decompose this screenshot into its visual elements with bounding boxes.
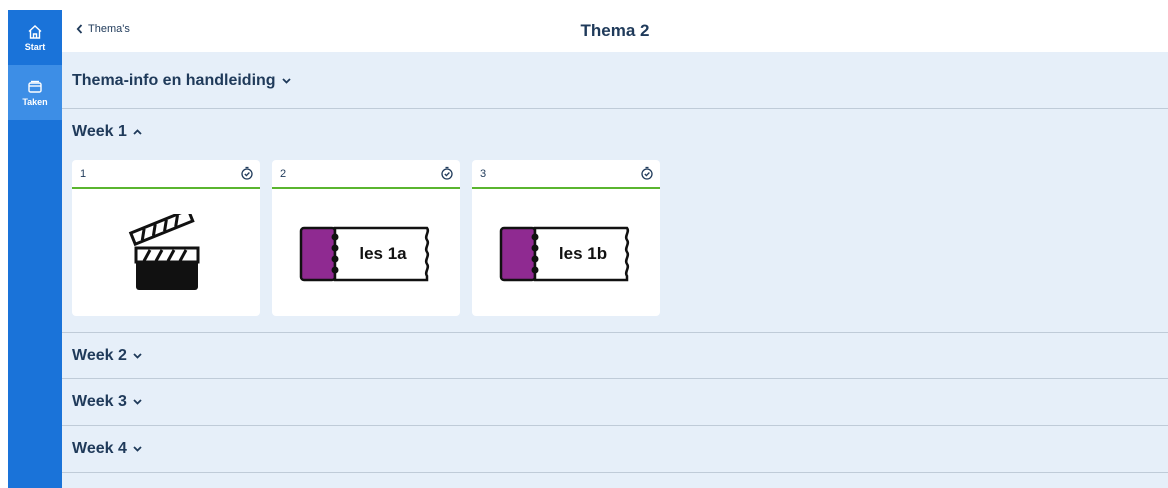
card-image: les 1b [472, 191, 660, 316]
section-title: Thema-info en handleiding [72, 72, 276, 89]
lesson-ticket: les 1b [499, 225, 633, 283]
ticket-label: les 1b [558, 243, 608, 263]
section-week-3: Week 3 [62, 379, 1168, 426]
sidebar-item-taken[interactable]: Taken [8, 65, 62, 120]
card-header: 3 [472, 160, 660, 189]
timer-check-icon [441, 166, 453, 180]
section-header-week-1[interactable]: Week 1 [72, 123, 142, 141]
section-thema-info: Thema-info en handleiding [62, 52, 1168, 109]
chevron-down-icon [133, 446, 142, 452]
main-content: Thema's Thema 2 Thema-info en handleidin… [62, 10, 1168, 488]
task-card-2[interactable]: 2 les 1a [272, 160, 460, 316]
section-title: Week 1 [72, 123, 127, 140]
sidebar: Start Taken [8, 10, 62, 488]
home-icon [28, 24, 42, 39]
card-header: 1 [72, 160, 260, 189]
section-title: Week 3 [72, 393, 127, 410]
timer-check-icon [641, 166, 653, 180]
sidebar-item-label: Start [24, 41, 46, 52]
top-bar: Thema's Thema 2 [62, 10, 1168, 52]
section-header-week-2[interactable]: Week 2 [72, 347, 142, 365]
ticket-label: les 1a [359, 243, 407, 263]
section-week-2: Week 2 [62, 333, 1168, 379]
chevron-down-icon [133, 353, 142, 359]
chevron-down-icon [133, 399, 142, 405]
page-title: Thema 2 [580, 21, 650, 40]
sidebar-item-label: Taken [22, 96, 48, 107]
section-week-4: Week 4 [62, 426, 1168, 473]
sidebar-item-start[interactable]: Start [8, 10, 62, 65]
task-card-1[interactable]: 1 [72, 160, 260, 316]
task-card-3[interactable]: 3 les 1b [472, 160, 660, 316]
section-header-week-4[interactable]: Week 4 [72, 440, 142, 458]
section-title: Week 2 [72, 347, 127, 364]
card-number: 2 [280, 168, 287, 180]
section-header-week-3[interactable]: Week 3 [72, 393, 142, 411]
chevron-down-icon [281, 78, 291, 84]
chevron-up-icon [133, 129, 142, 135]
clapperboard-icon [128, 213, 200, 290]
card-image: les 1a [272, 191, 460, 316]
card-number: 3 [480, 168, 487, 180]
app: Start Taken Thema's Thema 2 Thema-info e… [0, 0, 1168, 488]
lesson-ticket: les 1a [299, 225, 433, 283]
section-header-thema-info[interactable]: Thema-info en handleiding [72, 72, 291, 90]
card-image [72, 191, 260, 316]
card-number: 1 [80, 168, 87, 180]
section-title: Week 4 [72, 440, 127, 457]
card-header: 2 [272, 160, 460, 189]
tasks-icon [28, 80, 42, 93]
timer-check-icon [241, 166, 253, 180]
